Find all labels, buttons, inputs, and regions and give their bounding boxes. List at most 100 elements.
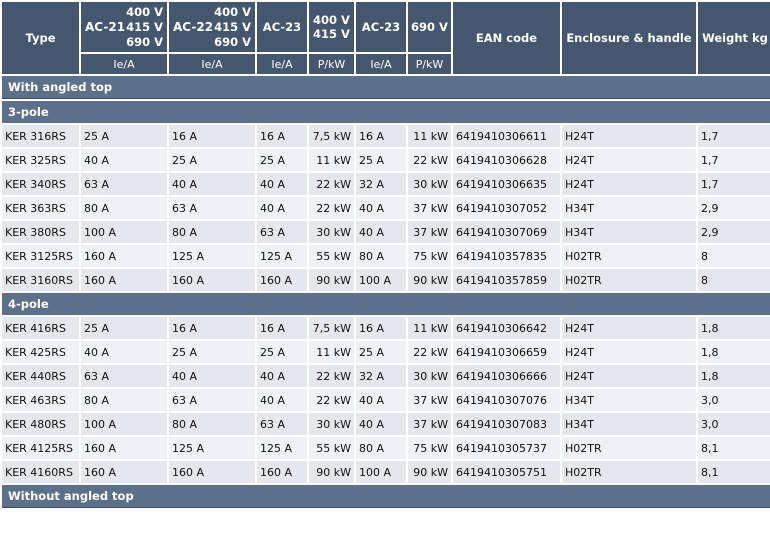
cell-enclosure: H34T	[562, 221, 696, 243]
cell-ac23-690-current: 32 A	[356, 365, 406, 387]
cell-power-400: 90 kW	[309, 269, 354, 291]
cell-ac23-current: 16 A	[257, 125, 307, 147]
cell-power-690: 37 kW	[408, 413, 451, 435]
cell-power-690: 90 kW	[408, 269, 451, 291]
cell-weight: 1,8	[698, 317, 770, 339]
cell-enclosure: H02TR	[562, 269, 696, 291]
cell-weight: 8,1	[698, 461, 770, 483]
cell-power-400: 55 kW	[309, 245, 354, 267]
cell-type: KER 440RS	[2, 365, 79, 387]
cell-power-400: 11 kW	[309, 341, 354, 363]
cell-ean-code: 6419410307076	[453, 389, 560, 411]
cell-weight: 8,1	[698, 437, 770, 459]
unit-ac22: Ie/A	[169, 54, 255, 74]
cell-ac23-690-current: 40 A	[356, 221, 406, 243]
table-row: KER 316RS 25 A 16 A 16 A 7,5 kW 16 A 11 kW 6419…	[2, 125, 770, 147]
cell-power-690: 75 kW	[408, 437, 451, 459]
cell-enclosure: H24T	[562, 125, 696, 147]
cell-ac21-current: 160 A	[81, 245, 167, 267]
col-ac21: AC-21 400 V 415 V 690 V	[81, 2, 167, 52]
table-row: KER 416RS 25 A 16 A 16 A 7,5 kW 16 A 11 kW 6419…	[2, 317, 770, 339]
cell-ac22-current: 40 A	[169, 365, 255, 387]
unit-ac23-b: Ie/A	[356, 54, 406, 74]
col-ac23-a: AC-23	[257, 2, 307, 52]
cell-ac23-current: 40 A	[257, 365, 307, 387]
cell-ac22-current: 25 A	[169, 341, 255, 363]
cell-power-400: 11 kW	[309, 149, 354, 171]
table-row: KER 463RS 80 A 63 A 40 A 22 kW 40 A 37 kW 64194…	[2, 389, 770, 411]
cell-ac22-current: 63 A	[169, 389, 255, 411]
cell-ac23-current: 25 A	[257, 341, 307, 363]
cell-ac23-current: 160 A	[257, 269, 307, 291]
table-row: KER 325RS 40 A 25 A 25 A 11 kW 25 A 22 kW 64194…	[2, 149, 770, 171]
cell-ac23-690-current: 40 A	[356, 389, 406, 411]
col-weight: Weight kg	[698, 2, 770, 74]
cell-ac23-690-current: 80 A	[356, 437, 406, 459]
cell-ac23-current: 63 A	[257, 221, 307, 243]
table-row: KER 3160RS 160 A 160 A 160 A 90 kW 100 A 90 kW…	[2, 269, 770, 291]
cell-ean-code: 6419410305737	[453, 437, 560, 459]
col-power-400: 400 V 415 V	[309, 2, 354, 52]
cell-ac23-current: 25 A	[257, 149, 307, 171]
cell-type: KER 463RS	[2, 389, 79, 411]
cell-type: KER 316RS	[2, 125, 79, 147]
cell-enclosure: H24T	[562, 149, 696, 171]
cell-ean-code: 6419410357835	[453, 245, 560, 267]
section-4-pole: 4-pole	[2, 293, 770, 315]
col-ac23-b: AC-23	[356, 2, 406, 52]
cell-ac21-current: 63 A	[81, 173, 167, 195]
cell-weight: 3,0	[698, 413, 770, 435]
cell-power-690: 37 kW	[408, 197, 451, 219]
cell-ac22-current: 16 A	[169, 125, 255, 147]
table-row: KER 440RS 63 A 40 A 40 A 22 kW 32 A 30 kW 64194…	[2, 365, 770, 387]
cell-ac22-current: 80 A	[169, 221, 255, 243]
cell-enclosure: H02TR	[562, 461, 696, 483]
cell-power-400: 7,5 kW	[309, 125, 354, 147]
col-enclosure: Enclosure & handle	[562, 2, 696, 74]
cell-ac22-current: 16 A	[169, 317, 255, 339]
cell-ac23-current: 40 A	[257, 389, 307, 411]
cell-ean-code: 6419410307052	[453, 197, 560, 219]
cell-ac23-690-current: 16 A	[356, 317, 406, 339]
cell-weight: 1,8	[698, 341, 770, 363]
cell-ac21-current: 40 A	[81, 341, 167, 363]
cell-ac23-current: 63 A	[257, 413, 307, 435]
cell-ean-code: 6419410306659	[453, 341, 560, 363]
cell-ac21-current: 63 A	[81, 365, 167, 387]
cell-weight: 2,9	[698, 221, 770, 243]
cell-enclosure: H24T	[562, 317, 696, 339]
table-row: KER 425RS 40 A 25 A 25 A 11 kW 25 A 22 kW 64194…	[2, 341, 770, 363]
cell-power-690: 90 kW	[408, 461, 451, 483]
cell-power-690: 75 kW	[408, 245, 451, 267]
cell-power-690: 22 kW	[408, 341, 451, 363]
cell-ac23-690-current: 32 A	[356, 173, 406, 195]
cell-ac22-current: 63 A	[169, 197, 255, 219]
cell-power-400: 22 kW	[309, 389, 354, 411]
table-row: KER 380RS 100 A 80 A 63 A 30 kW 40 A 37 kW 6419…	[2, 221, 770, 243]
cell-type: KER 325RS	[2, 149, 79, 171]
cell-ac22-current: 125 A	[169, 437, 255, 459]
cell-ac22-current: 160 A	[169, 461, 255, 483]
cell-power-400: 22 kW	[309, 365, 354, 387]
cell-ac22-current: 125 A	[169, 245, 255, 267]
section-without-angled-top: Without angled top	[2, 485, 770, 508]
cell-ean-code: 6419410306611	[453, 125, 560, 147]
cell-type: KER 3160RS	[2, 269, 79, 291]
cell-weight: 3,0	[698, 389, 770, 411]
product-table: Type AC-21 400 V 415 V 690 V AC-22 400 V	[0, 0, 770, 510]
cell-ac21-current: 25 A	[81, 317, 167, 339]
unit-ac23-a: Ie/A	[257, 54, 307, 74]
cell-power-400: 22 kW	[309, 173, 354, 195]
cell-type: KER 4125RS	[2, 437, 79, 459]
cell-ac21-current: 80 A	[81, 389, 167, 411]
cell-ac21-current: 25 A	[81, 125, 167, 147]
col-power-690: 690 V	[408, 2, 451, 52]
cell-ac22-current: 160 A	[169, 269, 255, 291]
cell-type: KER 380RS	[2, 221, 79, 243]
cell-ean-code: 6419410306628	[453, 149, 560, 171]
cell-enclosure: H02TR	[562, 437, 696, 459]
cell-power-400: 55 kW	[309, 437, 354, 459]
cell-ac23-current: 160 A	[257, 461, 307, 483]
col-type: Type	[2, 2, 79, 74]
cell-weight: 2,9	[698, 197, 770, 219]
